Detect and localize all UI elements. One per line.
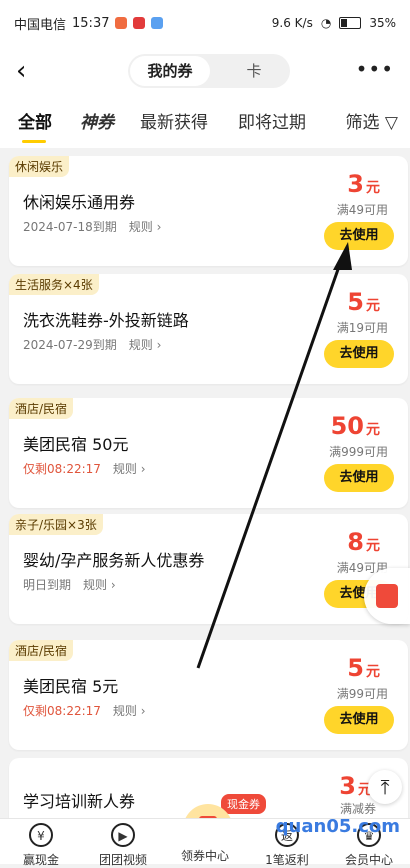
annotation-arrow	[196, 242, 352, 669]
cash-coupon-badge: 现金券	[221, 794, 266, 814]
play-icon: ▶	[111, 823, 135, 847]
nav-coupon-center[interactable]: 领券中心	[164, 843, 246, 864]
nav-label: 领券中心	[180, 849, 229, 863]
nav-earn-cash[interactable]: ¥ 赢现金	[0, 823, 82, 868]
nav-video[interactable]: ▶ 团团视频	[82, 823, 164, 868]
nav-label: 会员中心	[344, 853, 393, 867]
yuan-icon: ¥	[29, 823, 53, 847]
nav-label: 1笔返利	[265, 853, 309, 867]
nav-label: 团团视频	[98, 853, 147, 867]
nav-label: 赢现金	[22, 853, 59, 867]
watermark: quan05.com	[275, 816, 400, 837]
